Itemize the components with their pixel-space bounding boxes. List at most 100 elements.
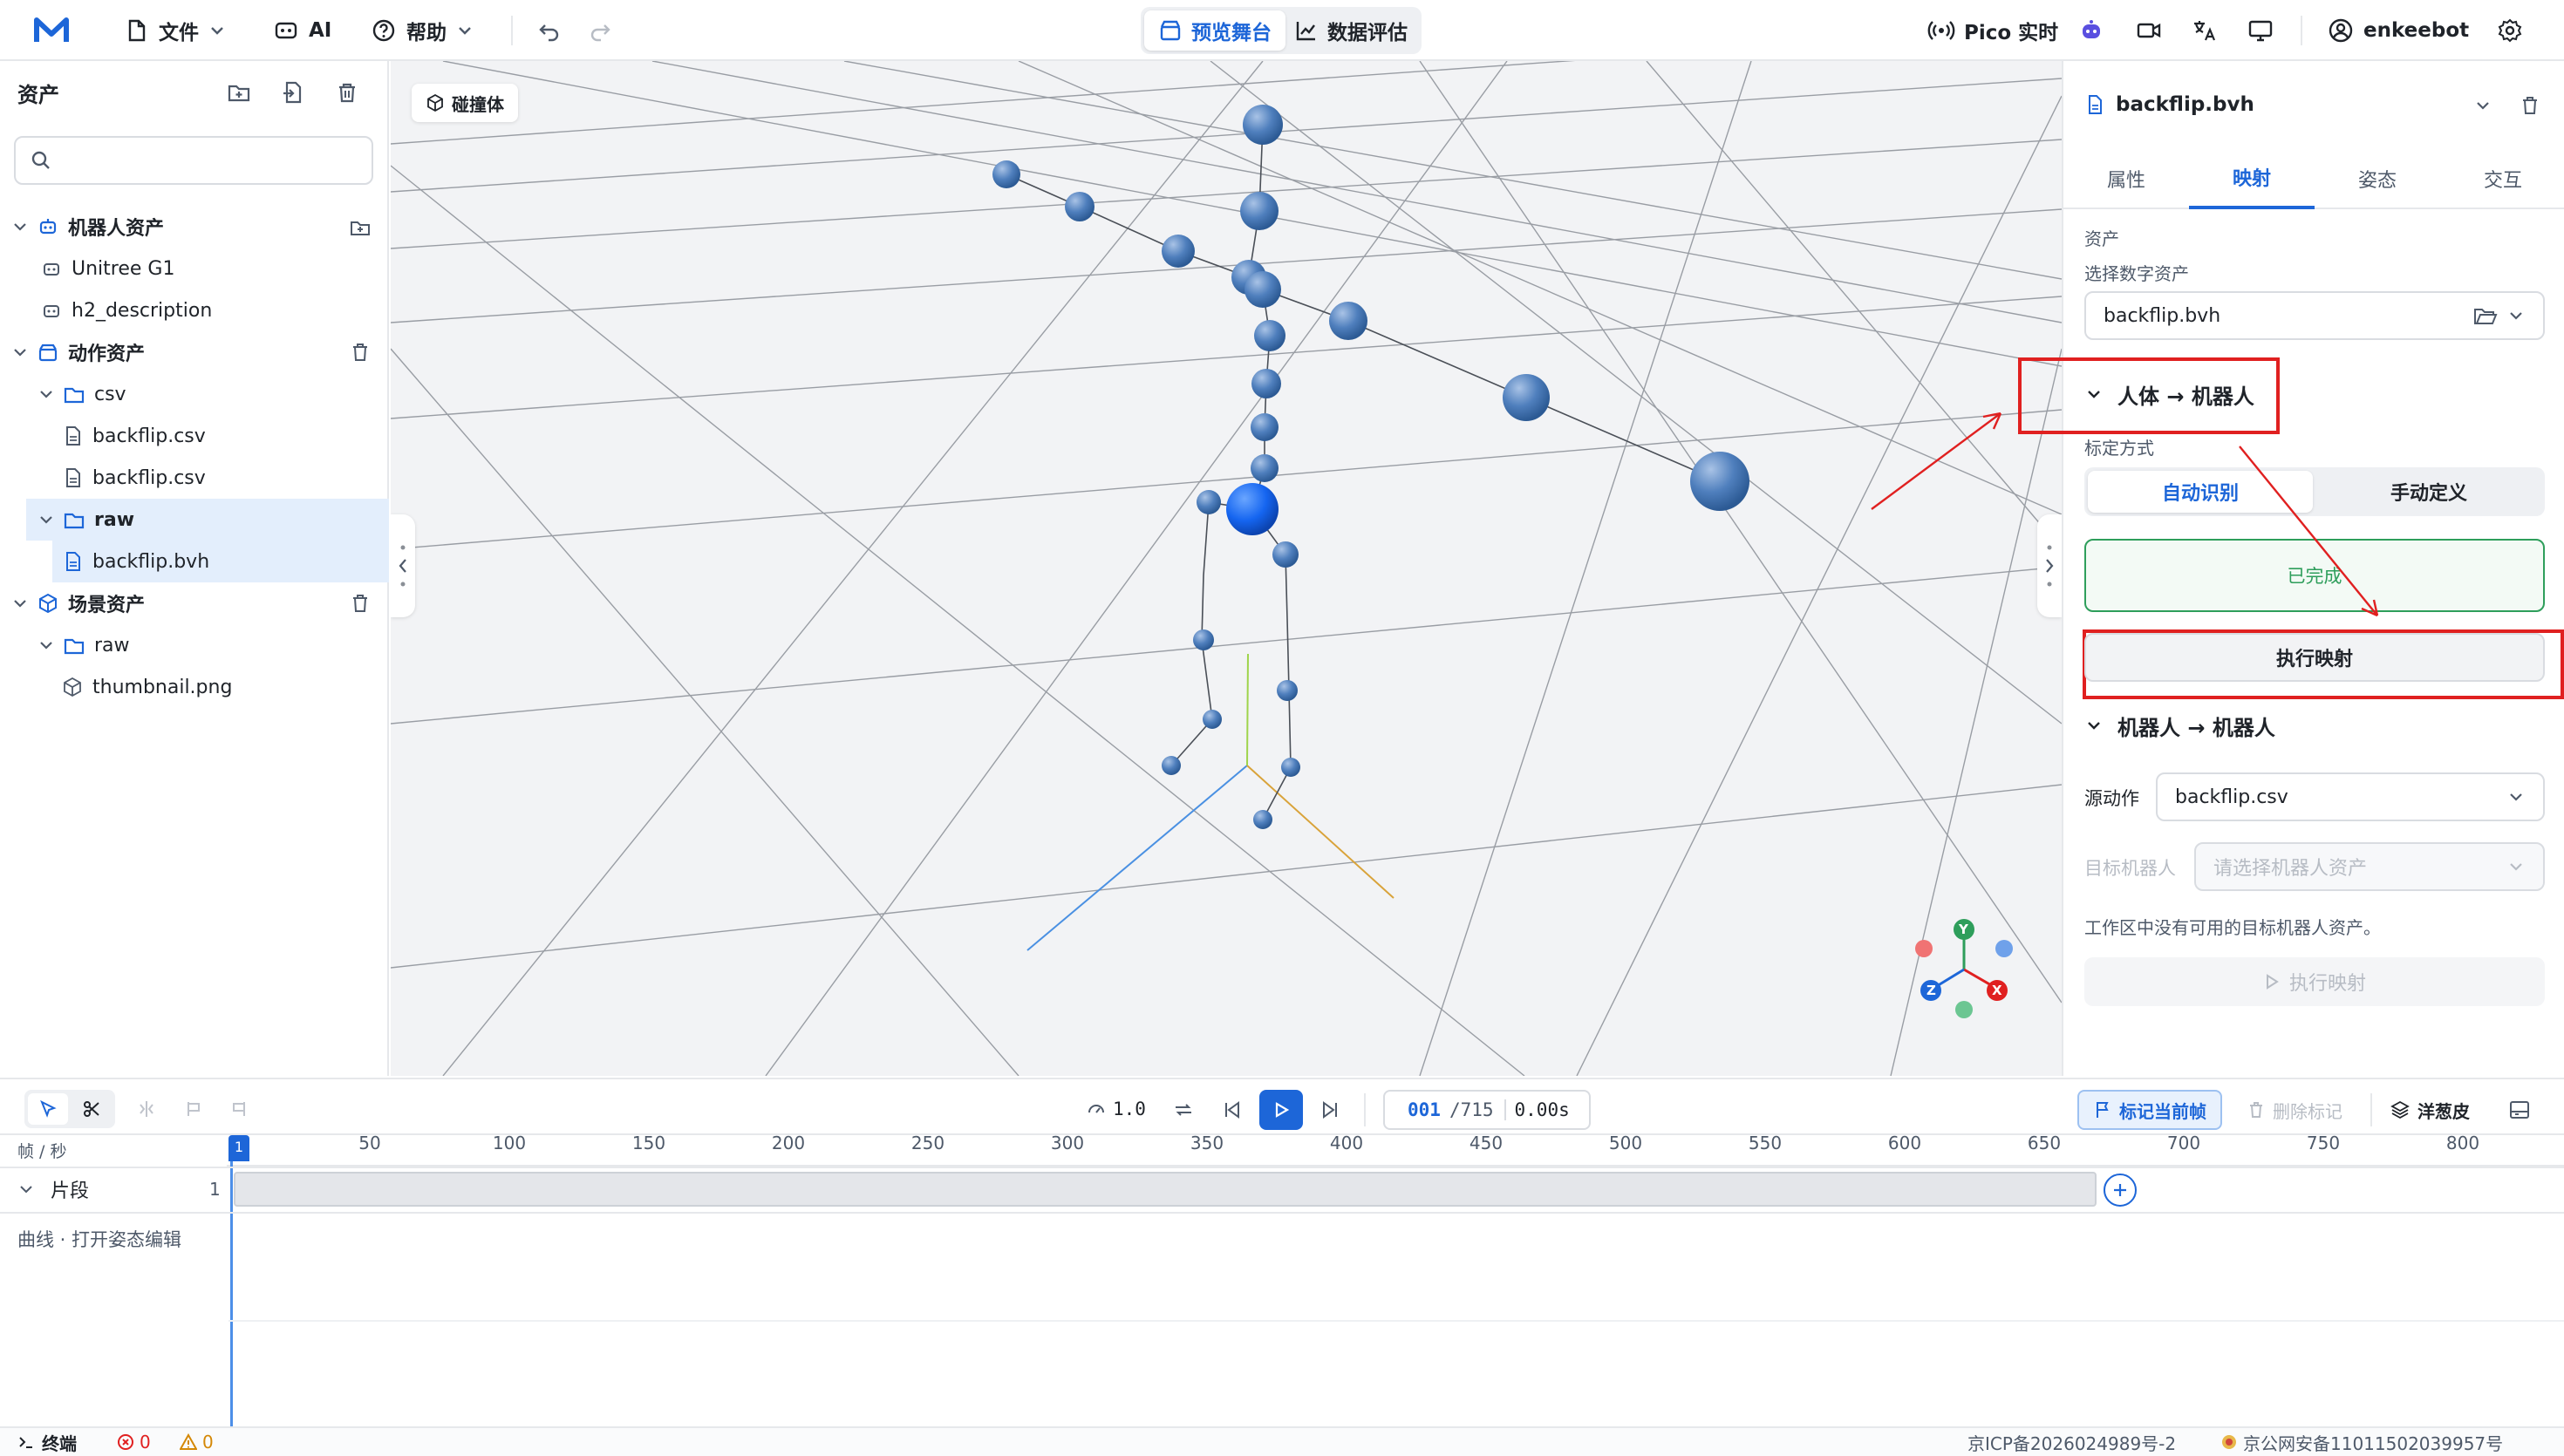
new-folder-icon[interactable] — [349, 216, 372, 239]
tree-folder-raw[interactable]: raw — [26, 499, 389, 541]
delete-mark-button[interactable]: 删除标记 — [2247, 1090, 2342, 1130]
tree-item-unitree[interactable]: Unitree G1 — [0, 248, 389, 289]
warning-count[interactable]: 0 — [180, 1428, 214, 1456]
tree-scene-assets[interactable]: 场景资产 — [0, 582, 389, 624]
chevron-down-icon[interactable] — [2473, 96, 2492, 115]
robot-to-robot-header[interactable]: 机器人 → 机器人 — [2084, 708, 2275, 743]
inspector-panel: backflip.bvh 属性 映射 姿态 交互 资产 选择数字资产 backf… — [2018, 61, 2564, 1076]
username: enkeebot — [2363, 19, 2470, 42]
trim-start-icon[interactable] — [183, 1099, 204, 1119]
human-to-robot-header[interactable]: 人体 → 机器人 — [2084, 377, 2254, 412]
settings-button[interactable] — [2496, 0, 2524, 61]
collapse-right-panel-handle[interactable] — [2037, 514, 2062, 617]
tree-folder-scene-raw[interactable]: raw — [0, 624, 389, 666]
display-button[interactable] — [2247, 0, 2274, 61]
import-file-icon[interactable] — [281, 80, 305, 105]
tree-file-csv-2[interactable]: backflip.csv — [0, 457, 389, 499]
playback-speed-value: 1.0 — [1113, 1099, 1146, 1119]
new-folder-icon[interactable] — [227, 80, 251, 105]
annotation-arrow — [1871, 412, 2001, 510]
frame-ruler[interactable] — [227, 1135, 2564, 1167]
playhead-marker[interactable]: 1 — [228, 1135, 249, 1161]
playback-speed[interactable]: 1.0 — [1087, 1092, 1146, 1126]
split-icon[interactable] — [136, 1099, 157, 1119]
tab-properties[interactable]: 属性 — [2063, 148, 2189, 209]
help-menu[interactable]: 帮助 — [370, 0, 474, 61]
curves-hint[interactable]: 曲线 · 打开姿态编辑 — [17, 1226, 181, 1252]
translate-button[interactable] — [2191, 0, 2219, 61]
camera-button[interactable] — [2135, 0, 2163, 61]
tab-pose[interactable]: 姿态 — [2315, 148, 2440, 209]
panel-toggle-icon[interactable] — [2508, 1099, 2531, 1121]
cut-tool-button[interactable] — [72, 1093, 112, 1125]
playhead-line[interactable] — [230, 1161, 233, 1428]
tab-interaction[interactable]: 交互 — [2440, 148, 2564, 209]
asset-search[interactable] — [14, 136, 373, 185]
clip-track-header[interactable]: 片段 — [17, 1168, 89, 1210]
trash-icon[interactable] — [349, 341, 372, 364]
play-icon — [1275, 1102, 1290, 1118]
mode-preview-button[interactable]: 预览舞台 — [1144, 10, 1285, 51]
tree-file-thumbnail[interactable]: thumbnail.png — [0, 666, 389, 708]
skip-back-icon[interactable] — [1221, 1099, 1244, 1121]
trash-icon[interactable] — [2519, 94, 2541, 117]
ruler-tick-label: 350 — [1190, 1133, 1224, 1153]
tab-mapping[interactable]: 映射 — [2189, 148, 2315, 209]
undo-icon — [539, 24, 559, 42]
add-clip-button[interactable] — [2104, 1174, 2137, 1207]
terminal-toggle[interactable]: 终端 — [17, 1428, 77, 1456]
scene-canvas[interactable] — [391, 61, 2062, 1076]
onion-skin-toggle[interactable]: 洋葱皮 — [2390, 1090, 2470, 1130]
logo-icon — [31, 13, 72, 48]
track-divider — [0, 1212, 2564, 1214]
tree-robot-assets[interactable]: 机器人资产 — [0, 206, 389, 248]
tree-file-bvh[interactable]: backflip.bvh — [52, 541, 389, 582]
police-record-link[interactable]: 京公网安备11011502039957号 — [2220, 1428, 2503, 1456]
ai-menu[interactable]: AI — [272, 0, 331, 61]
execute-mapping-disabled-button[interactable]: 执行映射 — [2084, 957, 2545, 1006]
source-motion-select[interactable]: backflip.csv — [2156, 772, 2545, 821]
3d-viewport[interactable]: 碰撞体 Y X Z — [391, 61, 2062, 1076]
user-menu[interactable]: enkeebot — [2327, 0, 2469, 61]
tree-item-h2[interactable]: h2_description — [0, 289, 389, 331]
collider-toggle-button[interactable]: 碰撞体 — [412, 84, 518, 122]
error-count-value: 0 — [140, 1432, 151, 1453]
pico-realtime-button[interactable]: Pico 实时 — [1927, 0, 2058, 61]
app-logo[interactable] — [31, 0, 72, 61]
skip-forward-icon[interactable] — [1319, 1099, 1341, 1121]
frame-counter[interactable]: 001 /715 0.00s — [1383, 1090, 1591, 1130]
asset-select[interactable]: backflip.bvh — [2084, 291, 2545, 340]
chevron-down-icon — [40, 391, 52, 398]
clip-bar[interactable] — [234, 1172, 2097, 1207]
assistant-bot-button[interactable] — [2077, 0, 2105, 61]
loop-icon[interactable] — [1172, 1099, 1195, 1121]
robot-chat-icon — [275, 22, 297, 39]
police-record-label: 京公网安备11011502039957号 — [2243, 1432, 2504, 1454]
trash-icon[interactable] — [335, 80, 359, 105]
ruler-tick-label: 800 — [2445, 1133, 2480, 1153]
target-robot-select[interactable]: 请选择机器人资产 — [2194, 842, 2545, 891]
undo-button[interactable] — [535, 0, 563, 61]
tree-file-csv-1[interactable]: backflip.csv — [0, 415, 389, 457]
search-input[interactable] — [61, 149, 358, 172]
ruler-tick-label: 700 — [2166, 1133, 2201, 1153]
folder-open-icon[interactable] — [2473, 305, 2498, 326]
gear-icon — [2498, 18, 2522, 43]
error-count[interactable]: 0 — [117, 1428, 151, 1456]
trash-icon[interactable] — [349, 592, 372, 615]
mark-current-frame-button[interactable]: 标记当前帧 — [2077, 1090, 2222, 1130]
redo-button[interactable] — [586, 0, 614, 61]
chevron-down-icon — [459, 27, 471, 35]
axis-line — [1246, 765, 1395, 899]
divider — [1364, 1093, 1366, 1126]
select-tool-button[interactable] — [28, 1093, 68, 1125]
file-menu[interactable]: 文件 — [122, 0, 227, 61]
icp-record-link[interactable]: 京ICP备2026024989号-2 — [1967, 1428, 2176, 1456]
mode-eval-button[interactable]: 数据评估 — [1280, 10, 1422, 51]
tree-motion-assets[interactable]: 动作资产 — [0, 331, 389, 373]
trim-end-icon[interactable] — [228, 1099, 249, 1119]
play-button[interactable] — [1259, 1090, 1303, 1130]
frame-current: 001 — [1408, 1099, 1441, 1120]
collapse-left-panel-handle[interactable] — [391, 514, 415, 617]
tree-folder-csv[interactable]: csv — [0, 373, 389, 415]
